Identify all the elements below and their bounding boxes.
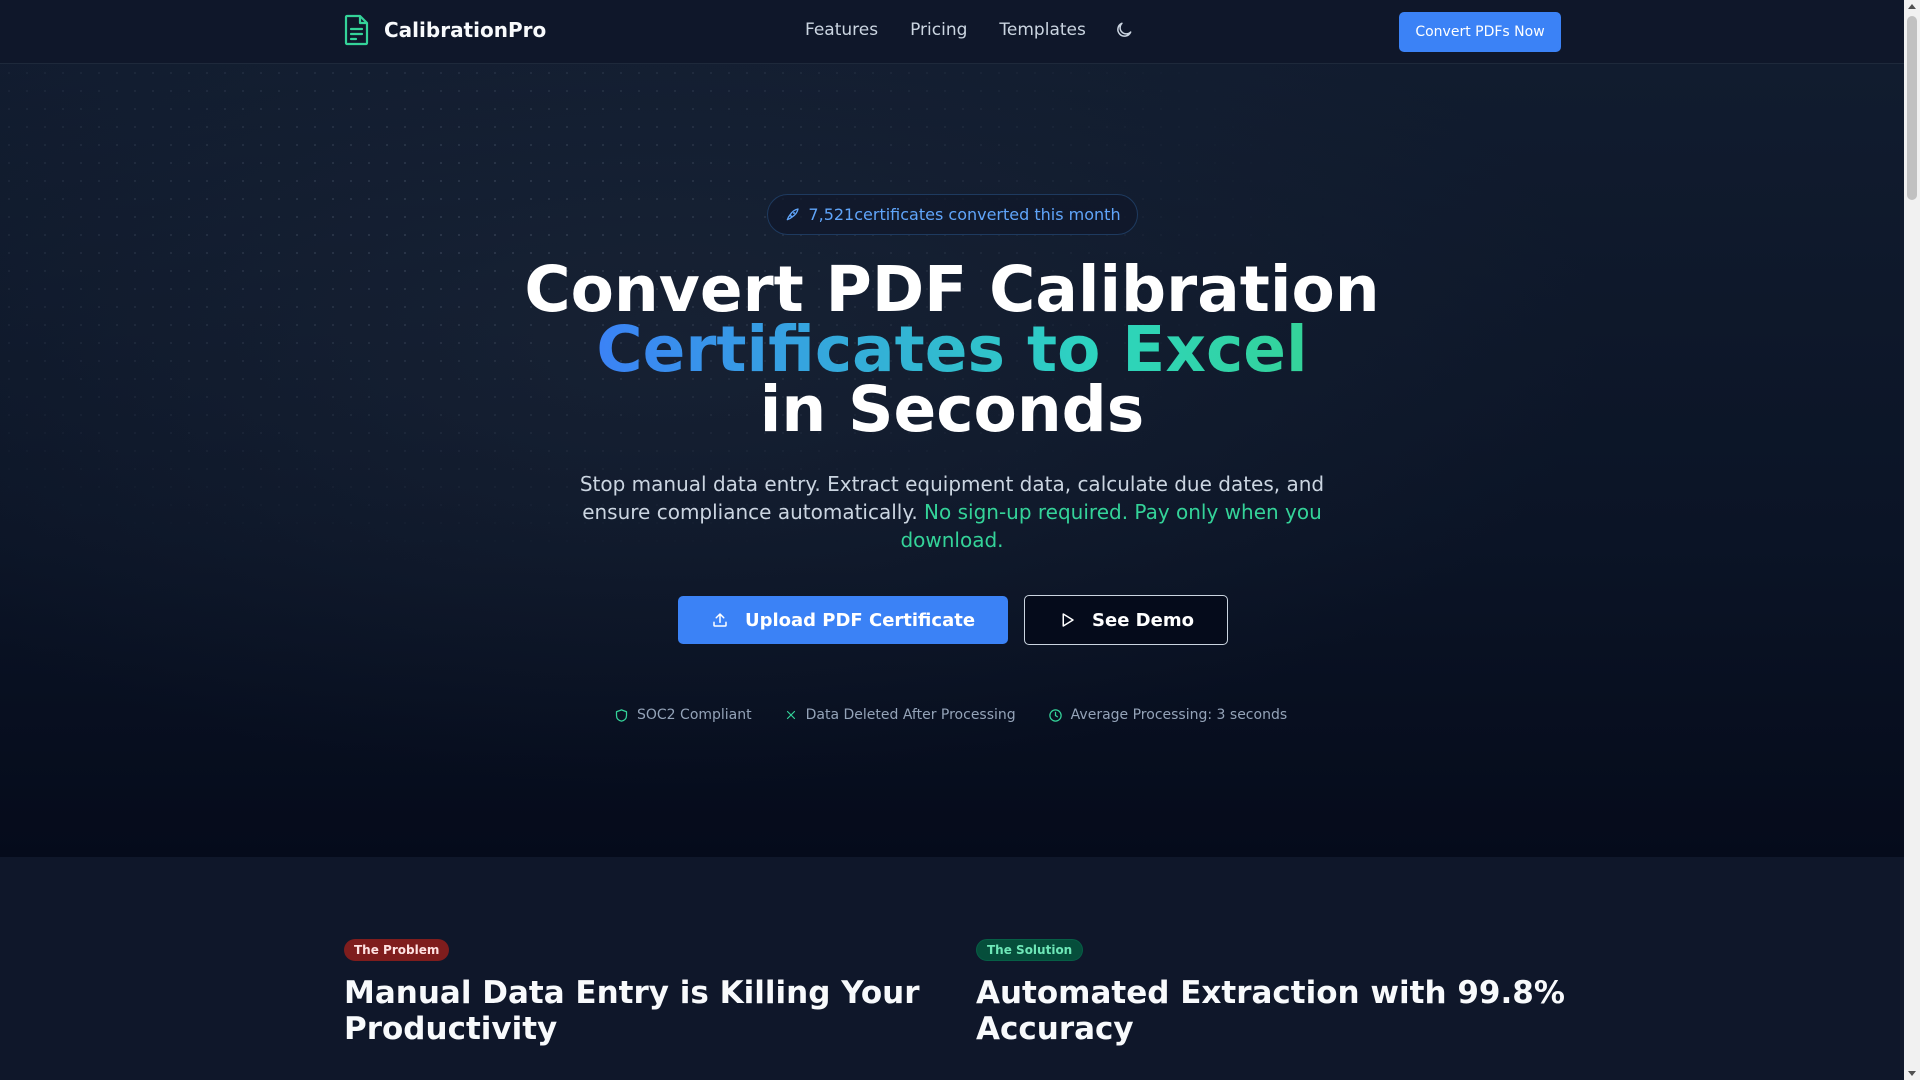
scroll-up-arrow-icon[interactable] [1908,4,1916,9]
trust-processing-time: Average Processing: 3 seconds [1048,707,1287,723]
subcopy-accent: No sign-up required. Pay only when you d… [900,500,1322,552]
headline-line-3: in Seconds [759,373,1145,446]
landing-page: CalibrationPro Features Pricing Template… [0,0,1920,1080]
moon-icon [1117,22,1132,37]
see-demo-button[interactable]: See Demo [1024,595,1228,645]
hero-dot-pattern [0,64,1904,857]
trust-indicators: SOC2 Compliant Data Deleted After Proces… [614,707,1287,723]
nav-link-pricing[interactable]: Pricing [910,20,967,40]
nav-links: Features Pricing Templates [805,20,1086,40]
x-icon [786,710,795,720]
badge-count: 7,521 [808,205,855,224]
trust-data-deleted: Data Deleted After Processing [784,707,1016,723]
brand-name: CalibrationPro [384,18,547,42]
problem-title: Manual Data Entry is Killing Your Produc… [344,975,920,1047]
upload-pdf-button[interactable]: Upload PDF Certificate [678,596,1008,644]
demo-button-label: See Demo [1092,609,1194,631]
document-icon [344,14,369,46]
scroll-down-arrow-icon[interactable] [1908,1071,1916,1076]
theme-toggle-button[interactable] [1114,20,1136,42]
solution-title: Automated Extraction with 99.8% Accuracy [976,975,1565,1047]
upload-button-label: Upload PDF Certificate [744,609,976,631]
brand[interactable]: CalibrationPro [344,14,546,46]
top-nav: CalibrationPro Features Pricing Template… [0,0,1904,64]
badge-text: 7,521certificates converted this month [808,205,1120,224]
nav-link-templates[interactable]: Templates [999,20,1085,40]
nav-link-features[interactable]: Features [805,20,878,40]
solution-tag: The Solution [976,939,1084,961]
conversion-count-badge: 7,521certificates converted this month [767,194,1138,235]
badge-caption: certificates converted this month [854,205,1121,224]
trust-data-deleted-label: Data Deleted After Processing [805,707,1016,723]
play-icon [1062,613,1074,627]
problem-tag: The Problem [344,939,450,961]
trust-soc2: SOC2 Compliant [614,707,752,723]
rocket-icon [787,207,800,220]
trust-processing-label: Average Processing: 3 seconds [1070,707,1288,723]
clock-icon [1048,708,1062,722]
page-scrollbar[interactable] [1904,0,1920,1080]
hero-headline: Convert PDF Calibration Certificates to … [352,258,1552,441]
upload-icon [713,613,727,627]
problem-solution-section: The Problem Manual Data Entry is Killing… [0,857,1904,1080]
scrollbar-thumb[interactable] [1907,16,1917,200]
shield-icon [615,708,628,722]
trust-soc2-label: SOC2 Compliant [637,707,752,723]
hero-section: 7,521certificates converted this month C… [0,64,1904,857]
convert-pdfs-now-button[interactable]: Convert PDFs Now [1399,12,1561,52]
hero-subcopy: Stop manual data entry. Extract equipmen… [560,470,1344,554]
